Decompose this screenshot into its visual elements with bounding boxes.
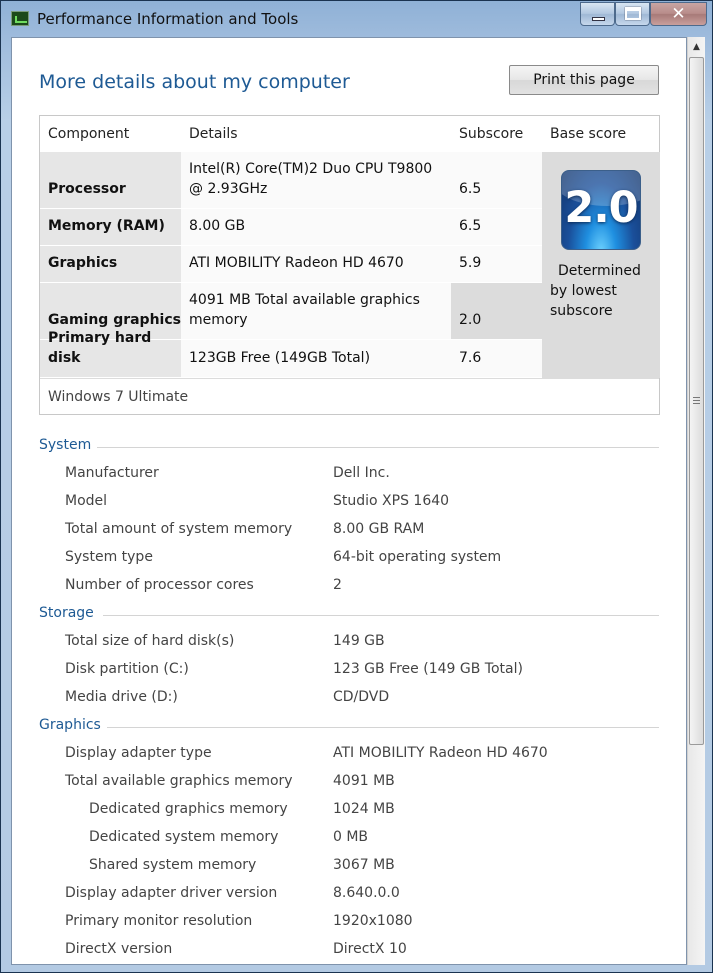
section-divider [103,615,659,616]
details-text: 123GB Free (149GB Total) [189,350,371,366]
minimize-button[interactable] [580,2,615,26]
value-hard-disk-size: 149 GB [333,633,385,649]
row-processor: Processor Intel(R) Core(TM)2 Duo CPU T98… [40,152,542,208]
value-directx-version: DirectX 10 [333,941,407,957]
window-title: Performance Information and Tools [37,10,299,28]
component-cell: Memory (RAM) [40,209,181,245]
value-shared-system-memory: 3067 MB [333,857,395,873]
content-area: More details about my computer Print thi… [11,37,687,965]
component-label: Processor [48,181,126,197]
subscore-cell: 6.5 [451,152,542,208]
component-label: Graphics [48,255,118,271]
grip-icon [693,397,700,404]
subscore-value: 6.5 [459,181,482,197]
value-system-memory: 8.00 GB RAM [333,521,425,537]
details-text: 8.00 GB [189,218,246,234]
base-score-note: Determined by lowest subscore [550,261,654,321]
value-monitor-resolution: 1920x1080 [333,913,413,929]
row-graphics: Graphics ATI MOBILITY Radeon HD 4670 5.9 [40,246,542,282]
performance-app-icon [11,11,29,26]
label-shared-system-memory: Shared system memory [89,857,257,873]
value-total-graphics-memory: 4091 MB [333,773,395,789]
section-divider [107,727,659,728]
label-directx-version: DirectX version [65,941,173,957]
section-heading-storage: Storage [39,605,94,621]
header-subscore: Subscore [459,126,524,142]
label-system-type: System type [65,549,153,565]
details-cell: Intel(R) Core(TM)2 Duo CPU T9800 @ 2.93G… [181,152,451,208]
section-heading-system: System [39,437,92,453]
close-icon: ✕ [671,4,686,24]
subscore-value: 7.6 [459,350,482,366]
value-dedicated-system-memory: 0 MB [333,829,369,845]
label-hard-disk-size: Total size of hard disk(s) [65,633,235,649]
section-divider [97,447,659,448]
subscore-cell: 5.9 [451,246,542,282]
details-cell: ATI MOBILITY Radeon HD 4670 [181,246,451,282]
details-cell: 123GB Free (149GB Total) [181,340,451,377]
details-text: Intel(R) Core(TM)2 Duo CPU T9800 @ 2.93G… [189,161,433,197]
component-label: Memory (RAM) [48,218,165,234]
details-text: ATI MOBILITY Radeon HD 4670 [189,255,404,271]
value-system-type: 64-bit operating system [333,549,502,565]
value-manufacturer: Dell Inc. [333,465,390,481]
scrollbar-thumb[interactable] [689,57,704,745]
value-processor-cores: 2 [333,577,342,593]
subscore-value: 5.9 [459,255,482,271]
component-label: Primary hard disk [48,330,152,366]
label-monitor-resolution: Primary monitor resolution [65,913,253,929]
header-base-score: Base score [550,126,627,142]
label-system-memory: Total amount of system memory [65,521,293,537]
base-score-value: 2.0 [564,183,638,233]
label-display-adapter: Display adapter type [65,745,212,761]
label-model: Model [65,493,108,509]
subscore-value: 2.0 [459,312,482,328]
title-bar[interactable]: Performance Information and Tools ✕ [1,1,712,37]
label-total-graphics-memory: Total available graphics memory [65,773,293,789]
subscore-value: 6.5 [459,218,482,234]
page-title: More details about my computer [39,71,350,93]
value-model: Studio XPS 1640 [333,493,450,509]
maximize-button[interactable] [615,2,650,26]
vertical-scrollbar[interactable]: ▲ [687,37,705,965]
value-media-drive: CD/DVD [333,689,390,705]
details-text: 4091 MB Total available graphics memory [189,292,420,328]
value-disk-partition: 123 GB Free (149 GB Total) [333,661,523,677]
component-cell: Primary hard disk [40,330,181,377]
header-component: Component [48,126,130,142]
row-primary-hard-disk: Primary hard disk 123GB Free (149GB Tota… [40,330,542,377]
value-driver-version: 8.640.0.0 [333,885,400,901]
maximize-icon [625,7,641,20]
label-manufacturer: Manufacturer [65,465,159,481]
base-note-line-2: by lowest subscore [550,283,617,319]
score-table: Component Details Subscore Base score Pr… [39,115,660,415]
label-driver-version: Display adapter driver version [65,885,278,901]
component-cell: Processor [40,152,181,208]
label-dedicated-graphics-memory: Dedicated graphics memory [89,801,288,817]
section-heading-graphics: Graphics [39,717,101,733]
component-label: Gaming graphics [48,312,181,328]
row-memory: Memory (RAM) 8.00 GB 6.5 [40,209,542,245]
details-cell: 4091 MB Total available graphics memory [181,283,451,339]
scroll-up-arrow-icon[interactable]: ▲ [688,39,705,56]
label-dedicated-system-memory: Dedicated system memory [89,829,279,845]
base-score-badge: 2.0 [561,170,641,250]
component-cell: Graphics [40,246,181,282]
os-edition: Windows 7 Ultimate [40,378,659,415]
subscore-cell: 6.5 [451,209,542,245]
label-processor-cores: Number of processor cores [65,577,254,593]
value-dedicated-graphics-memory: 1024 MB [333,801,395,817]
minimize-icon [592,17,605,21]
label-media-drive: Media drive (D:) [65,689,178,705]
close-button[interactable]: ✕ [650,2,707,26]
subscore-cell-lowest: 2.0 [451,283,542,339]
label-disk-partition: Disk partition (C:) [65,661,189,677]
base-note-line-1: Determined [558,263,641,279]
details-cell: 8.00 GB [181,209,451,245]
subscore-cell: 7.6 [451,340,542,377]
base-score-column: 2.0 Determined by lowest subscore [542,152,660,378]
header-details: Details [189,126,238,142]
value-display-adapter: ATI MOBILITY Radeon HD 4670 [333,745,548,761]
print-page-button[interactable]: Print this page [509,65,659,95]
